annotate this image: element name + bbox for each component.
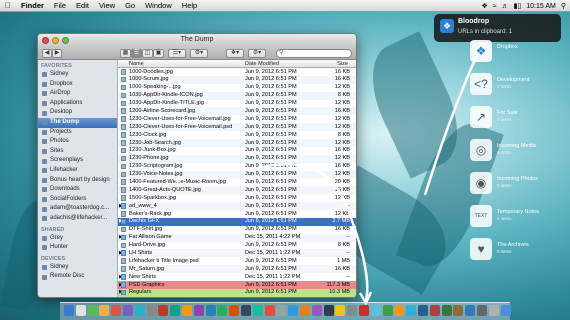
dock-app-icon[interactable] xyxy=(205,305,216,316)
dock-app-icon[interactable] xyxy=(335,305,346,316)
dropbox-icon: ❖ xyxy=(440,19,454,33)
dock-app-icon[interactable] xyxy=(488,305,499,316)
dropzone-count: 0 items xyxy=(497,150,512,155)
dock-app-icon[interactable] xyxy=(123,305,133,316)
dropzone-item[interactable]: ↗ For Sale 0 items xyxy=(470,106,565,136)
dock-app-icon[interactable] xyxy=(347,305,358,316)
dock-app-icon[interactable] xyxy=(182,305,192,316)
dock-app-icon[interactable] xyxy=(111,305,122,316)
dock-app-icon[interactable] xyxy=(394,305,405,316)
dropzone-count: 0 items xyxy=(497,249,512,254)
dropzone-label: Incoming Media xyxy=(497,143,536,149)
dropzone-item[interactable]: ❖ Dropbox xyxy=(470,40,565,70)
dropzone-count: 0 items xyxy=(497,117,512,122)
dropzone-label: The Archives xyxy=(497,242,529,248)
dropzone-panel: ❖ Dropbox <? Development 0 items ↗ For Sale 0 i… xyxy=(470,40,565,270)
dropzone-icon: ❖ xyxy=(470,40,492,62)
dock-app-icon[interactable] xyxy=(359,305,369,316)
dock-app-icon[interactable] xyxy=(229,305,240,316)
dock-app-icon[interactable] xyxy=(64,305,74,316)
dropzone-label: Dropbox xyxy=(497,44,518,50)
dock-app-icon[interactable] xyxy=(453,305,464,316)
dock-app-icon[interactable] xyxy=(134,305,145,316)
dropzone-item[interactable]: ◉ Incoming Photos 0 items xyxy=(470,172,565,202)
dock-app-icon[interactable] xyxy=(429,305,440,316)
dock-app-icon[interactable] xyxy=(241,305,251,316)
dock-app-icon[interactable] xyxy=(323,305,334,316)
dropzone-label: Development xyxy=(497,77,530,83)
dropzone-count: 0 items xyxy=(497,216,512,221)
dropzone-item[interactable]: ◎ Incoming Media 0 items xyxy=(470,139,565,169)
dropzone-icon: TEXT xyxy=(470,205,492,227)
dock-app-icon[interactable] xyxy=(441,305,452,316)
dropzone-icon: <? xyxy=(470,73,492,95)
dock-app-icon[interactable] xyxy=(370,305,381,316)
dock-app-icon[interactable] xyxy=(99,305,110,316)
growl-notification[interactable]: ❖ Bloodrop URLs in clipboard: 1 xyxy=(434,14,561,42)
dropzone-icon: ↗ xyxy=(470,106,492,128)
dock-app-icon[interactable] xyxy=(158,305,169,316)
dropzone-label: Incoming Photos xyxy=(497,176,538,182)
dock-app-icon[interactable] xyxy=(87,305,98,316)
dock-app-icon[interactable] xyxy=(193,305,204,316)
notification-message: URLs in clipboard: 1 xyxy=(458,29,513,35)
dock-app-icon[interactable] xyxy=(217,305,228,316)
dock-app-icon[interactable] xyxy=(465,305,476,316)
dock-app-icon[interactable] xyxy=(477,305,487,316)
dock-app-icon[interactable] xyxy=(311,305,322,316)
dock-app-icon[interactable] xyxy=(288,305,299,316)
dock-app-icon[interactable] xyxy=(170,305,181,316)
dropzone-item[interactable]: <? Development 0 items xyxy=(470,73,565,103)
dock xyxy=(60,302,511,320)
dock-app-icon[interactable] xyxy=(146,305,157,316)
dropzone-label: Temporary Notes xyxy=(497,209,539,215)
drag-path xyxy=(257,162,369,301)
dropzone-icon: ♥ xyxy=(470,238,492,260)
dock-app-icon[interactable] xyxy=(252,305,263,316)
dock-app-icon[interactable] xyxy=(75,305,86,316)
dropzone-icon: ◉ xyxy=(470,172,492,194)
dock-app-icon[interactable] xyxy=(406,305,417,316)
dropzone-item[interactable]: TEXT Temporary Notes 0 items xyxy=(470,205,565,235)
notification-title: Bloodrop xyxy=(458,18,490,25)
dock-app-icon[interactable] xyxy=(418,305,428,316)
dropzone-label: For Sale xyxy=(497,110,518,116)
dock-app-icon[interactable] xyxy=(382,305,393,316)
dropzone-icon: ◎ xyxy=(470,139,492,161)
dock-app-icon[interactable] xyxy=(500,305,511,316)
dock-app-icon[interactable] xyxy=(276,305,287,316)
dropzone-item[interactable]: ♥ The Archives 0 items xyxy=(470,238,565,268)
dock-app-icon[interactable] xyxy=(264,305,275,316)
dropzone-count: 0 items xyxy=(497,183,512,188)
dropzone-count: 0 items xyxy=(497,84,512,89)
dock-app-icon[interactable] xyxy=(300,305,310,316)
